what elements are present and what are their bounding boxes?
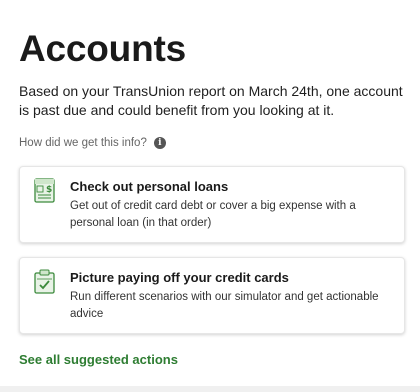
card-description: Run different scenarios with our simulat… [70, 291, 379, 320]
loan-document-icon: $ [34, 178, 56, 204]
intro-text: Based on your TransUnion report on March… [19, 83, 403, 118]
page: Accounts Based on your TransUnion report… [0, 0, 420, 392]
card-description: Get out of credit card debt or cover a b… [70, 200, 356, 229]
credit-card-simulator-card[interactable]: Picture paying off your credit cards Run… [19, 257, 405, 334]
info-question[interactable]: How did we get this info? [19, 137, 147, 149]
svg-text:$: $ [46, 185, 52, 195]
info-icon[interactable]: i [153, 137, 166, 149]
info-row[interactable]: How did we get this info? i [19, 135, 166, 151]
see-all-suggested-actions-link[interactable]: See all suggested actions [19, 352, 178, 367]
accounts-panel: Accounts Based on your TransUnion report… [0, 0, 420, 386]
card-title: Check out personal loans [70, 179, 229, 194]
personal-loans-card[interactable]: $ Check out personal loans Get out of cr… [19, 166, 405, 243]
page-title: Accounts [19, 28, 186, 69]
card-title: Picture paying off your credit cards [70, 270, 289, 285]
checklist-clipboard-icon [34, 269, 56, 295]
